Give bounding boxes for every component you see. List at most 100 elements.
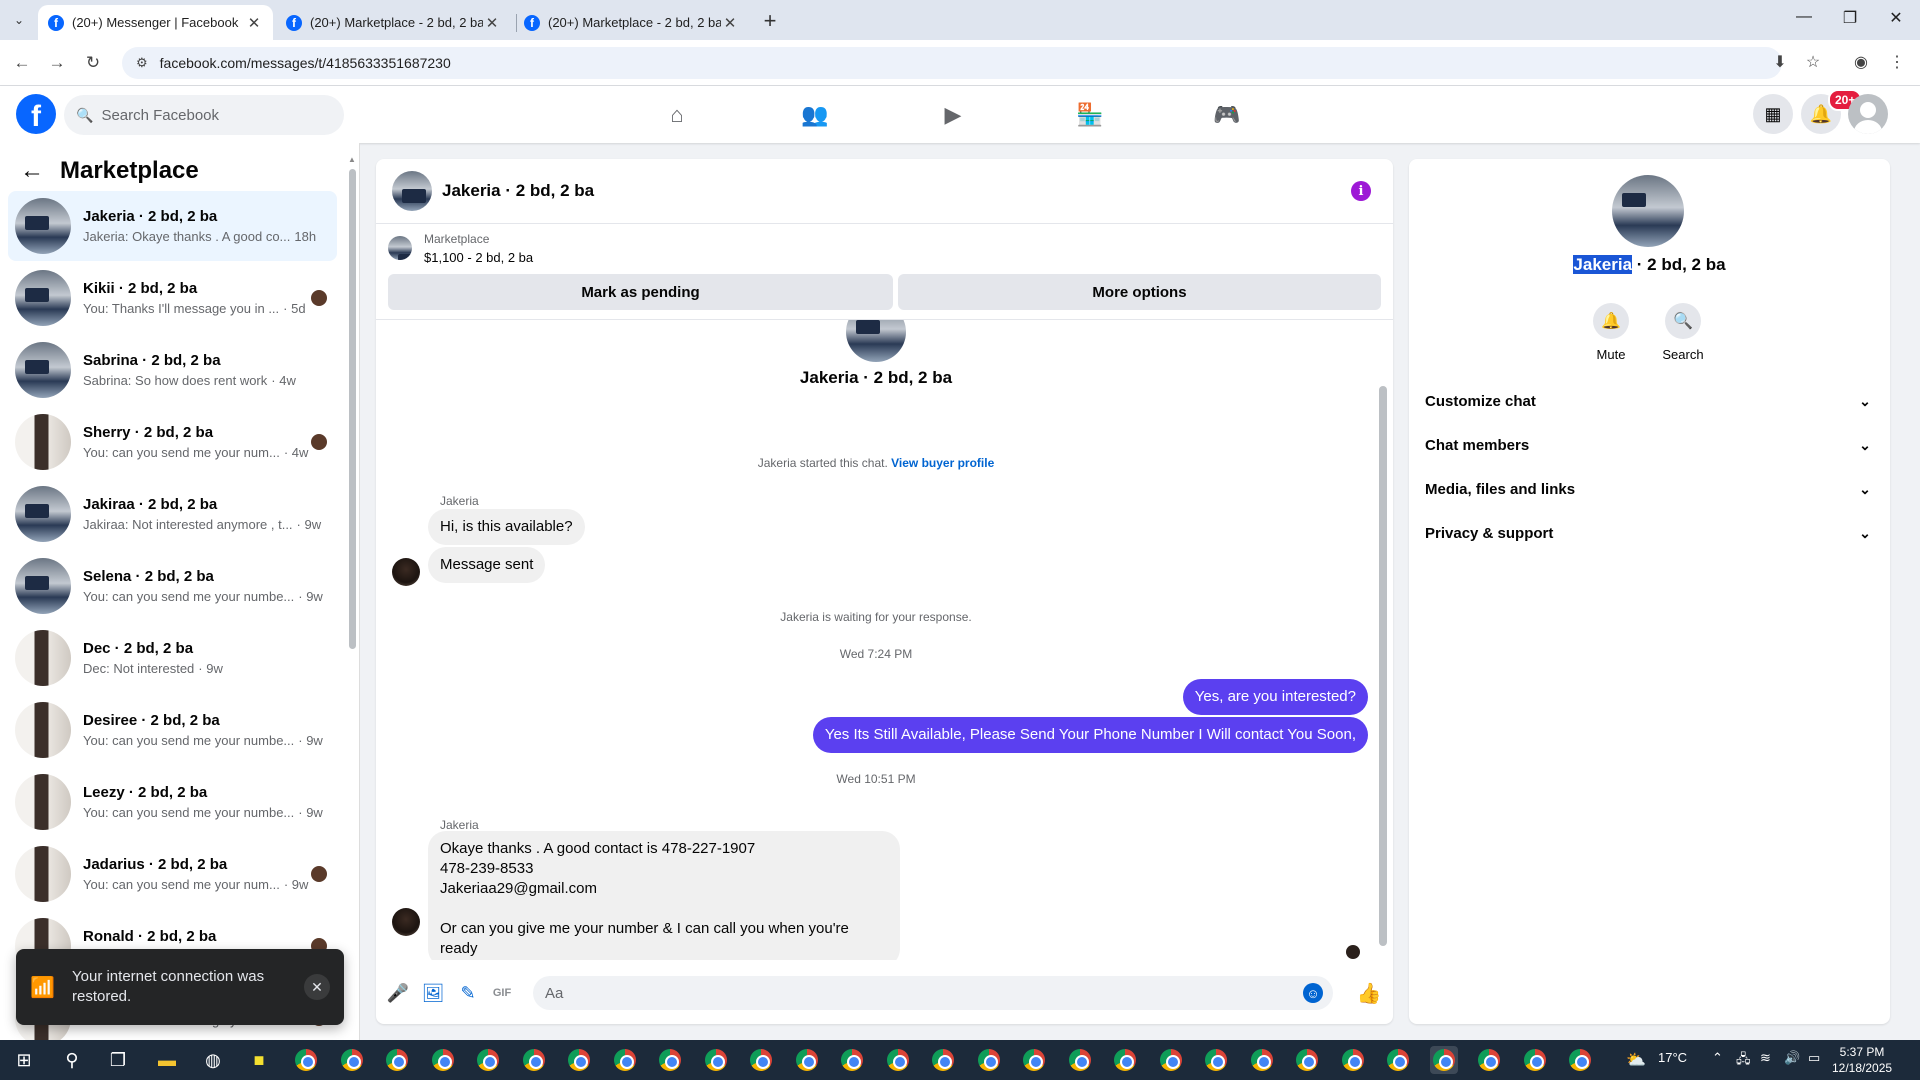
windows-start-icon[interactable]: ⊞ — [10, 1046, 38, 1074]
like-thumbs-up-icon[interactable]: 👍 — [1357, 981, 1382, 1005]
chrome-window-icon[interactable] — [1384, 1046, 1412, 1074]
browser-tab-marketplace-2[interactable]: f (20+) Marketplace - 2 bd, 2 ba ✕ — [514, 5, 749, 40]
conversation-row[interactable]: Jakiraa · 2 bd, 2 ba Jakiraa: Not interes… — [8, 479, 337, 549]
tab-search-dropdown-icon[interactable]: ⌄ — [8, 9, 30, 31]
back-arrow-icon[interactable]: ← — [20, 157, 44, 185]
file-explorer-icon[interactable]: ▬ — [153, 1046, 181, 1074]
sticker-icon[interactable]: ✎ — [456, 981, 480, 1005]
battery-icon[interactable]: ▭ — [1808, 1050, 1820, 1066]
chrome-window-icon[interactable] — [975, 1046, 1003, 1074]
chrome-window-icon[interactable] — [338, 1046, 366, 1074]
chrome-window-icon[interactable] — [383, 1046, 411, 1074]
marketplace-icon[interactable]: 🏪 — [1035, 92, 1145, 138]
chrome-window-icon[interactable] — [611, 1046, 639, 1074]
scrollbar-thumb[interactable] — [1379, 386, 1387, 946]
site-settings-icon[interactable]: ⚙ — [136, 55, 148, 71]
chevron-up-icon[interactable]: ⌃ — [1712, 1050, 1723, 1066]
attach-media-icon[interactable]: 🖼 — [421, 981, 445, 1005]
forward-arrow-icon[interactable]: → — [46, 52, 68, 74]
close-icon[interactable]: ✕ — [304, 974, 330, 1000]
outgoing-message[interactable]: Yes, are you interested? — [1182, 679, 1368, 715]
conversation-row[interactable]: Desiree · 2 bd, 2 ba You: can you send me… — [8, 695, 337, 765]
media-files-links-row[interactable]: Media, files and links ⌄ — [1425, 467, 1875, 511]
task-view-icon[interactable]: ❐ — [104, 1046, 132, 1074]
more-options-button[interactable]: More options — [898, 274, 1381, 310]
privacy-support-row[interactable]: Privacy & support ⌄ — [1425, 511, 1875, 555]
volume-icon[interactable]: 🔊 — [1784, 1050, 1800, 1066]
conversation-row[interactable]: Selena · 2 bd, 2 ba You: can you send me … — [8, 551, 337, 621]
outgoing-message[interactable]: Yes Its Still Available, Please Send You… — [812, 717, 1368, 753]
conversation-row[interactable]: Sabrina · 2 bd, 2 ba Sabrina: So how does… — [8, 335, 337, 405]
chrome-window-icon[interactable] — [1566, 1046, 1594, 1074]
chrome-window-icon[interactable] — [1020, 1046, 1048, 1074]
chrome-window-icon[interactable] — [474, 1046, 502, 1074]
restore-icon[interactable]: ❐ — [1830, 8, 1870, 28]
new-tab-icon[interactable]: + — [758, 8, 782, 34]
star-icon[interactable]: ☆ — [1802, 52, 1824, 72]
weather-temp[interactable]: 17°C — [1658, 1050, 1687, 1065]
chrome-window-icon[interactable] — [1475, 1046, 1503, 1074]
close-tab-icon[interactable]: ✕ — [245, 14, 263, 32]
info-icon[interactable]: i — [1351, 181, 1371, 201]
chrome-window-icon[interactable] — [1111, 1046, 1139, 1074]
chrome-window-icon[interactable] — [292, 1046, 320, 1074]
chat-members-row[interactable]: Chat members ⌄ — [1425, 423, 1875, 467]
friends-icon[interactable]: 👥 — [760, 92, 870, 138]
chrome-window-icon[interactable] — [520, 1046, 548, 1074]
incoming-message[interactable]: Okaye thanks . A good contact is 478-227… — [428, 831, 900, 960]
network-icon[interactable]: 🖧 — [1736, 1050, 1751, 1072]
browser-tab-marketplace-1[interactable]: f (20+) Marketplace - 2 bd, 2 ba ✕ — [276, 5, 511, 40]
mute-button[interactable]: 🔔 Mute — [1576, 303, 1646, 362]
emoji-icon[interactable]: ☺ — [1303, 983, 1323, 1003]
weather-icon[interactable]: ⛅ — [1626, 1050, 1646, 1070]
chrome-window-icon[interactable] — [1248, 1046, 1276, 1074]
profile-icon[interactable]: ◉ — [1850, 52, 1872, 72]
chrome-window-icon[interactable] — [1521, 1046, 1549, 1074]
facebook-logo[interactable]: f — [16, 94, 56, 134]
minimize-icon[interactable]: — — [1784, 8, 1824, 26]
conversation-row[interactable]: Dec · 2 bd, 2 ba Dec: Not interested · 9w — [8, 623, 337, 693]
gaming-icon[interactable]: 🎮 — [1172, 92, 1282, 138]
conversation-row[interactable]: Kikii · 2 bd, 2 ba You: Thanks I'll messa… — [8, 263, 337, 333]
chat-title[interactable]: Jakeria · 2 bd, 2 ba — [442, 181, 1351, 201]
chrome-window-icon[interactable] — [1339, 1046, 1367, 1074]
chrome-window-icon[interactable] — [838, 1046, 866, 1074]
chrome-window-icon[interactable] — [884, 1046, 912, 1074]
chrome-window-icon[interactable] — [1157, 1046, 1185, 1074]
close-window-icon[interactable]: ✕ — [1876, 8, 1916, 28]
conversation-row[interactable]: Leezy · 2 bd, 2 ba You: can you send me y… — [8, 767, 337, 837]
scrollbar-thumb[interactable] — [349, 169, 356, 649]
avatar[interactable] — [392, 558, 420, 586]
chrome-window-icon[interactable] — [565, 1046, 593, 1074]
menu-grid-icon[interactable]: ▦ — [1753, 94, 1793, 134]
wifi-icon[interactable]: ≋ — [1760, 1050, 1771, 1066]
home-icon[interactable]: ⌂ — [622, 92, 732, 138]
reload-icon[interactable]: ↻ — [82, 52, 104, 74]
menu-icon[interactable]: ⋮ — [1886, 52, 1908, 72]
chrome-window-icon[interactable] — [1429, 1046, 1458, 1074]
install-icon[interactable]: ⬇ — [1769, 52, 1791, 72]
listing-summary[interactable]: Marketplace $1,100 - 2 bd, 2 ba — [388, 232, 533, 265]
conversation-row[interactable]: Jadarius · 2 bd, 2 ba You: can you send m… — [8, 839, 337, 909]
chrome-window-icon[interactable] — [1202, 1046, 1230, 1074]
chrome-window-icon[interactable] — [429, 1046, 457, 1074]
mark-as-pending-button[interactable]: Mark as pending — [388, 274, 893, 310]
sticky-notes-icon[interactable]: ■ — [245, 1046, 273, 1074]
gif-icon[interactable]: GIF — [490, 981, 514, 1005]
incoming-message[interactable]: Message sent — [428, 547, 546, 583]
system-clock[interactable]: 5:37 PM 12/18/2025 — [1832, 1044, 1892, 1076]
chrome-window-icon[interactable] — [656, 1046, 684, 1074]
chrome-window-icon[interactable] — [929, 1046, 957, 1074]
back-arrow-icon[interactable]: ← — [11, 52, 33, 74]
video-icon[interactable]: ▶ — [898, 92, 1008, 138]
chrome-window-icon[interactable] — [1066, 1046, 1094, 1074]
avatar[interactable] — [1612, 175, 1684, 247]
view-buyer-profile-link[interactable]: View buyer profile — [891, 456, 994, 470]
scroll-up-icon[interactable]: ▲ — [348, 155, 356, 164]
close-tab-icon[interactable]: ✕ — [721, 14, 739, 32]
avatar[interactable] — [392, 908, 420, 936]
search-in-chat-button[interactable]: 🔍 Search — [1648, 303, 1718, 362]
account-avatar[interactable] — [1848, 94, 1888, 134]
microphone-icon[interactable]: 🎤 — [386, 981, 410, 1005]
chrome-window-icon[interactable] — [702, 1046, 730, 1074]
